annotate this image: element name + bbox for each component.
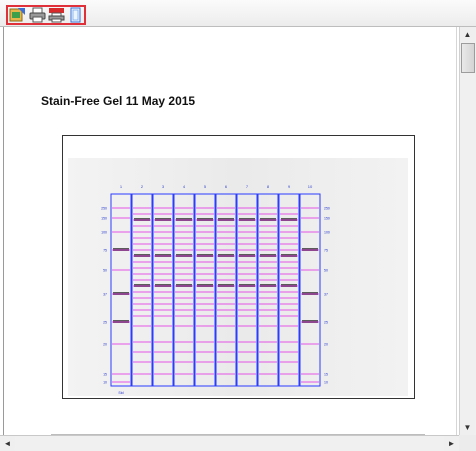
gel-band-shadow xyxy=(239,218,255,221)
report-toolbar xyxy=(0,0,476,27)
gel-band-shadow xyxy=(302,320,318,323)
scroll-left-button[interactable]: ◄ xyxy=(0,436,15,451)
ladder-label-left: 150 xyxy=(101,217,107,221)
gel-band-shadow xyxy=(260,284,276,287)
gel-band-shadow xyxy=(239,284,255,287)
ladder-label-left: 37 xyxy=(103,293,107,297)
gel-band-shadow xyxy=(281,254,297,257)
ladder-label-left: 20 xyxy=(103,343,107,347)
print-icon[interactable] xyxy=(29,7,46,23)
ladder-label-left: 50 xyxy=(103,269,107,273)
toolbar-button-group xyxy=(6,5,86,25)
scrollbar-corner xyxy=(459,435,476,451)
horizontal-scrollbar[interactable]: ◄ ► xyxy=(0,435,459,451)
ladder-label-right: 15 xyxy=(324,373,328,377)
gel-band-shadow xyxy=(176,284,192,287)
vertical-scroll-thumb[interactable] xyxy=(461,43,475,73)
scroll-up-button[interactable]: ▲ xyxy=(460,27,475,42)
gel-band-shadow xyxy=(260,254,276,257)
ladder-label-left: 25 xyxy=(103,321,107,325)
scroll-down-button[interactable]: ▼ xyxy=(460,420,475,435)
gel-band-shadow xyxy=(176,254,192,257)
ladder-label-right: 10 xyxy=(324,381,328,385)
report-page: Stain-Free Gel 11 May 2015 1 2 3 4 5 6 7 8 9 10 25… xyxy=(3,27,457,435)
gel-band-shadow xyxy=(197,254,213,257)
gel-band-shadow xyxy=(134,254,150,257)
gel-band-shadow xyxy=(302,248,318,251)
ladder-label-right: 100 xyxy=(324,231,330,235)
ladder-label-left: 250 xyxy=(101,207,107,211)
ladder-label-right: 25 xyxy=(324,321,328,325)
gel-band-shadow xyxy=(155,284,171,287)
gel-band-shadow xyxy=(218,218,234,221)
gel-image: 1 2 3 4 5 6 7 8 9 1025015010075503725201510250150… xyxy=(68,158,408,396)
gel-band-shadow xyxy=(260,218,276,221)
lane-footer-label: Std xyxy=(118,391,123,395)
gel-band-shadow xyxy=(239,254,255,257)
export-icon[interactable] xyxy=(9,7,26,23)
gel-band-shadow xyxy=(113,248,129,251)
scroll-right-button[interactable]: ► xyxy=(444,436,459,451)
gel-band-shadow xyxy=(218,254,234,257)
gel-band-shadow xyxy=(197,284,213,287)
ladder-label-left: 10 xyxy=(103,381,107,385)
page-setup-icon[interactable] xyxy=(67,7,84,23)
ladder-label-right: 20 xyxy=(324,343,328,347)
ladder-label-right: 75 xyxy=(324,249,328,253)
ladder-label-right: 150 xyxy=(324,217,330,221)
gel-band-shadow xyxy=(113,320,129,323)
gel-band-shadow xyxy=(218,284,234,287)
lane-number: 10 xyxy=(308,184,313,189)
gel-band-shadow xyxy=(281,218,297,221)
vertical-scrollbar[interactable]: ▲ ▼ xyxy=(459,27,476,435)
gel-band-shadow xyxy=(134,284,150,287)
ladder-label-left: 15 xyxy=(103,373,107,377)
gel-band-shadow xyxy=(134,218,150,221)
gel-band-shadow xyxy=(113,292,129,295)
gel-band-shadow xyxy=(197,218,213,221)
gel-band-shadow xyxy=(281,284,297,287)
gel-band-shadow xyxy=(155,218,171,221)
ladder-label-left: 75 xyxy=(103,249,107,253)
gel-band-shadow xyxy=(302,292,318,295)
ladder-label-right: 37 xyxy=(324,293,328,297)
gel-band-shadow xyxy=(155,254,171,257)
report-title: Stain-Free Gel 11 May 2015 xyxy=(41,94,196,108)
ladder-label-right: 250 xyxy=(324,207,330,211)
ladder-label-left: 100 xyxy=(101,231,107,235)
ladder-label-right: 50 xyxy=(324,269,328,273)
gel-image-frame: 1 2 3 4 5 6 7 8 9 10 250 150 100 75 50 37 25 20 15 10 250 150… xyxy=(62,135,415,399)
print-pdf-icon[interactable] xyxy=(48,7,65,23)
gel-band-shadow xyxy=(176,218,192,221)
